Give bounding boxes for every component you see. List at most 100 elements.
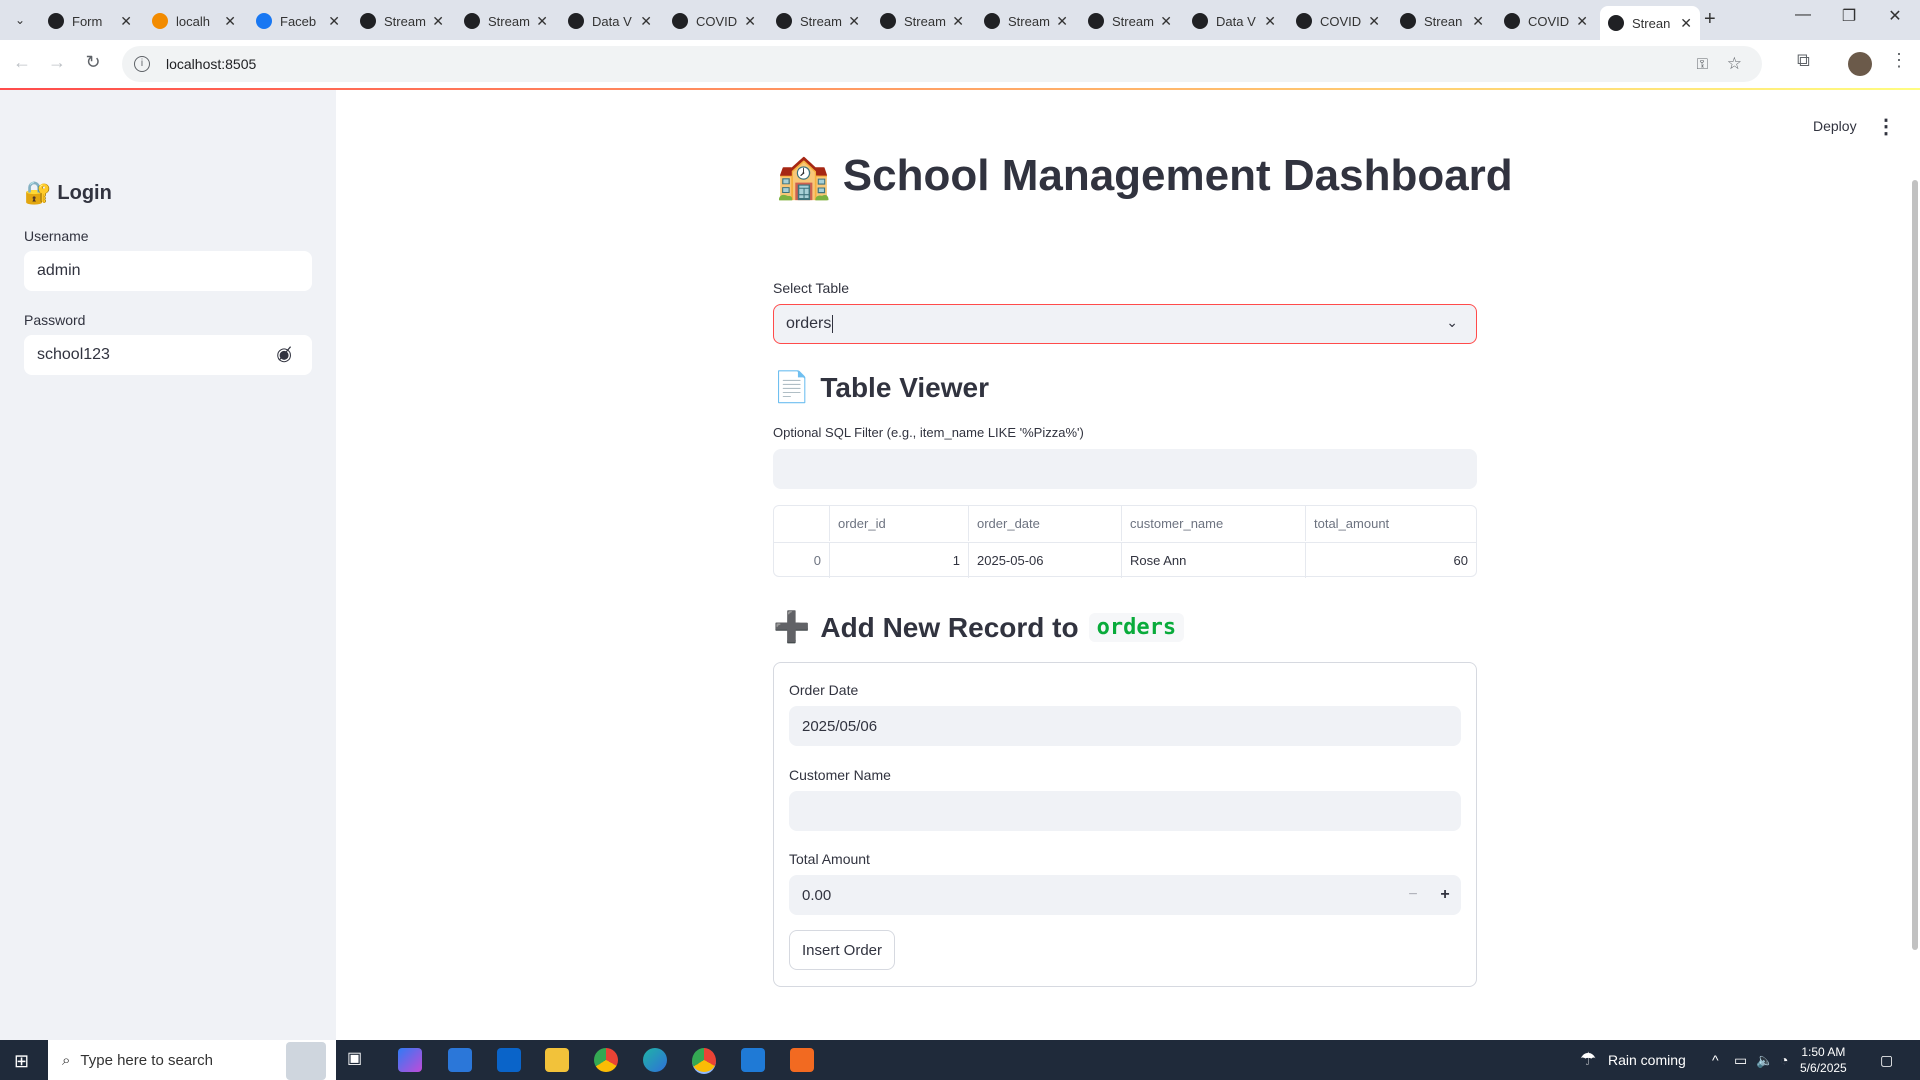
outlook-icon[interactable] [497, 1048, 521, 1072]
site-info-icon[interactable]: i [134, 56, 150, 72]
windows-start-icon[interactable]: ⊞ [14, 1051, 29, 1072]
close-tab-icon[interactable]: ✕ [120, 13, 132, 30]
browser-tab-strip: ⌄ Form ✕ localh ✕ Faceb ✕ Stream ✕ Stream ✕ Data V… [0, 0, 1920, 40]
data-table[interactable]: order_id order_date customer_name total_… [773, 505, 1477, 578]
restore-icon[interactable]: ❐ [1826, 6, 1872, 26]
close-tab-icon[interactable]: ✕ [432, 13, 444, 30]
chrome-active-icon[interactable] [692, 1048, 716, 1074]
table-row: 0 1 2025-05-06 Rose Ann 60 [774, 542, 1476, 578]
tab-search-icon[interactable]: ⌄ [8, 8, 32, 32]
file-explorer-icon[interactable] [545, 1048, 569, 1072]
hide-password-icon[interactable]: ◉̸ [276, 344, 292, 365]
deploy-button[interactable]: Deploy [1813, 118, 1857, 134]
browser-tab[interactable]: Stream ✕ [976, 6, 1076, 36]
browser-tab[interactable]: Faceb ✕ [248, 6, 348, 36]
minimize-icon[interactable]: — [1780, 6, 1826, 24]
close-tab-icon[interactable]: ✕ [1576, 13, 1588, 30]
browser-menu-icon[interactable]: ⋮ [1890, 50, 1908, 71]
decrement-icon[interactable]: − [1397, 886, 1429, 904]
browser-toolbar: ← → ↻ i localhost:8505 ⚿ ☆ ⧉ ⋮ [0, 40, 1920, 89]
close-tab-icon[interactable]: ✕ [328, 13, 340, 30]
bookmark-star-icon[interactable]: ☆ [1727, 54, 1742, 74]
streamlit-icon [360, 13, 376, 29]
profile-avatar[interactable] [1848, 52, 1872, 76]
close-tab-icon[interactable]: ✕ [1056, 13, 1068, 30]
back-icon[interactable]: ← [10, 52, 34, 73]
close-tab-icon[interactable]: ✕ [1680, 15, 1692, 32]
close-tab-icon[interactable]: ✕ [640, 13, 652, 30]
select-table-value: orders [786, 315, 832, 332]
close-tab-icon[interactable]: ✕ [848, 13, 860, 30]
table-header-cell[interactable]: order_date [969, 506, 1122, 541]
table-header-cell[interactable]: customer_name [1122, 506, 1306, 541]
taskbar-clock[interactable]: 1:50 AM 5/6/2025 [1800, 1044, 1847, 1076]
username-input[interactable]: admin [24, 251, 312, 291]
browser-tab[interactable]: Data V ✕ [1184, 6, 1284, 36]
forward-icon[interactable]: → [45, 52, 69, 73]
browser-tab[interactable]: Data V ✕ [560, 6, 660, 36]
vscode-icon[interactable] [741, 1048, 765, 1072]
extensions-icon[interactable]: ⧉ [1797, 50, 1810, 71]
table-cell[interactable]: 60 [1306, 543, 1476, 578]
browser-tab[interactable]: Stream ✕ [352, 6, 452, 36]
xampp-icon[interactable] [790, 1048, 814, 1072]
close-tab-icon[interactable]: ✕ [224, 13, 236, 30]
app-menu-icon[interactable]: ⋮ [1876, 114, 1896, 139]
table-cell[interactable]: 1 [830, 543, 969, 578]
increment-icon[interactable]: + [1429, 886, 1461, 904]
wifi-icon[interactable]: ◔ [1780, 1052, 1788, 1068]
clock-date: 5/6/2025 [1800, 1061, 1847, 1075]
table-cell[interactable]: Rose Ann [1122, 543, 1306, 578]
close-tab-icon[interactable]: ✕ [1472, 13, 1484, 30]
copilot-icon[interactable] [398, 1048, 422, 1072]
username-label: Username [24, 228, 89, 244]
table-cell[interactable]: 2025-05-06 [969, 543, 1122, 578]
sql-filter-input[interactable] [773, 449, 1477, 489]
browser-tab[interactable]: Stream ✕ [872, 6, 972, 36]
browser-tab[interactable]: localh ✕ [144, 6, 244, 36]
insert-order-button[interactable]: Insert Order [789, 930, 896, 970]
reload-icon[interactable]: ↻ [81, 52, 105, 73]
total-amount-input[interactable]: 0.00 − + [789, 875, 1461, 915]
browser-tab[interactable]: COVID ✕ [1496, 6, 1596, 36]
browser-tab[interactable]: Stream ✕ [456, 6, 556, 36]
close-tab-icon[interactable]: ✕ [952, 13, 964, 30]
scrollbar[interactable] [1912, 180, 1918, 950]
edge-icon[interactable] [643, 1048, 667, 1072]
browser-tab[interactable]: Strean ✕ [1392, 6, 1492, 36]
browser-tab[interactable]: Stream ✕ [768, 6, 868, 36]
close-tab-icon[interactable]: ✕ [1264, 13, 1276, 30]
select-table-dropdown[interactable]: orders ⌄ [773, 304, 1477, 344]
order-date-input[interactable]: 2025/05/06 [789, 706, 1461, 746]
customer-name-input[interactable] [789, 791, 1461, 831]
table-header-cell[interactable]: total_amount [1306, 506, 1476, 541]
network-icon[interactable]: ▭ [1734, 1052, 1747, 1069]
volume-icon[interactable]: 🔈 [1756, 1052, 1773, 1069]
close-window-icon[interactable]: ✕ [1872, 6, 1918, 26]
weather-icon[interactable]: ☂ [1580, 1049, 1596, 1070]
chevron-down-icon[interactable]: ⌄ [1446, 314, 1458, 331]
close-tab-icon[interactable]: ✕ [536, 13, 548, 30]
streamlit-icon [1296, 13, 1312, 29]
browser-tab[interactable]: Form ✕ [40, 6, 140, 36]
store-icon[interactable] [448, 1048, 472, 1072]
taskbar-search-box[interactable]: ⌕ Type here to search [48, 1040, 336, 1080]
browser-tab[interactable]: Stream ✕ [1080, 6, 1180, 36]
chrome-icon[interactable] [594, 1048, 618, 1072]
table-header-cell[interactable]: order_id [830, 506, 969, 541]
new-tab-icon[interactable]: + [1704, 8, 1716, 31]
url-text[interactable]: localhost:8505 [166, 56, 256, 72]
task-view-icon[interactable]: ▣ [347, 1048, 371, 1072]
browser-tab[interactable]: COVID ✕ [664, 6, 764, 36]
close-tab-icon[interactable]: ✕ [1368, 13, 1380, 30]
tab-active[interactable]: Strean ✕ [1600, 6, 1700, 40]
password-key-icon[interactable]: ⚿ [1697, 56, 1708, 73]
notifications-icon[interactable]: ▢ [1880, 1052, 1893, 1069]
close-tab-icon[interactable]: ✕ [744, 13, 756, 30]
password-input[interactable]: school123 ◉̸ [24, 335, 312, 375]
close-tab-icon[interactable]: ✕ [1160, 13, 1172, 30]
weather-text[interactable]: Rain coming [1608, 1052, 1686, 1068]
browser-tab[interactable]: COVID ✕ [1288, 6, 1388, 36]
show-hidden-icons-icon[interactable]: ^ [1712, 1052, 1719, 1068]
address-bar[interactable]: i localhost:8505 ⚿ ☆ [122, 46, 1762, 82]
